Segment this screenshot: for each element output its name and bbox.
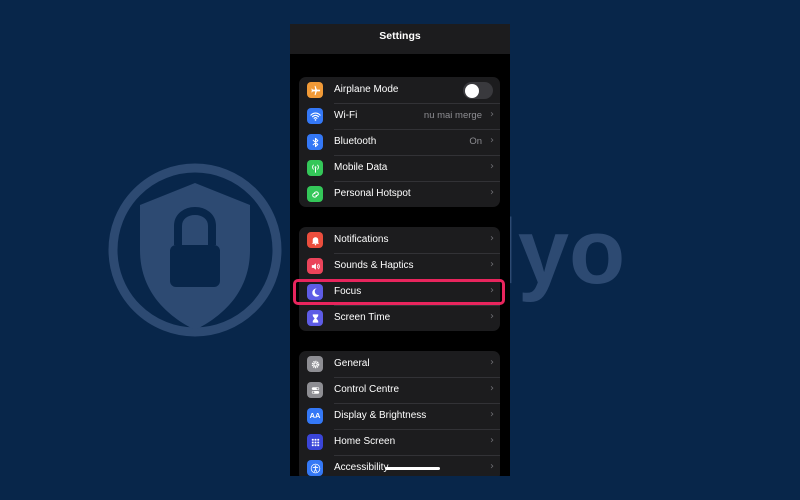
settings-row-label: Wi-Fi	[334, 110, 358, 121]
chevron-right-icon: ›	[490, 357, 494, 368]
page-title: Settings	[379, 30, 421, 42]
chevron-right-icon: ›	[490, 435, 494, 446]
settings-group-connectivity: Airplane Mode Wi-Fi nu mai merge › Bluet…	[299, 77, 500, 207]
wifi-icon	[307, 108, 323, 124]
speaker-icon	[307, 258, 323, 274]
settings-row-notifications[interactable]: Notifications ›	[299, 227, 500, 253]
focus-row-highlight	[293, 279, 505, 305]
settings-row-label: Personal Hotspot	[334, 188, 411, 199]
settings-row-mobile-data[interactable]: Mobile Data ›	[299, 155, 500, 181]
settings-row-control-centre[interactable]: Control Centre ›	[299, 377, 500, 403]
settings-row-screen-time[interactable]: Screen Time ›	[299, 305, 500, 331]
bluetooth-status-value: On	[469, 136, 482, 147]
chevron-right-icon: ›	[490, 135, 494, 146]
home-indicator[interactable]	[385, 467, 440, 470]
settings-row-label: Airplane Mode	[334, 84, 399, 95]
chevron-right-icon: ›	[490, 109, 494, 120]
text-size-icon: AA	[307, 408, 323, 424]
settings-row-label: Bluetooth	[334, 136, 377, 147]
settings-row-general[interactable]: General ›	[299, 351, 500, 377]
gear-icon	[307, 356, 323, 372]
chevron-right-icon: ›	[490, 409, 494, 420]
antenna-icon	[307, 160, 323, 176]
settings-row-display-brightness[interactable]: AA Display & Brightness ›	[299, 403, 500, 429]
settings-group-general: General › Control Centre › AA Display & …	[299, 351, 500, 476]
settings-row-accessibility[interactable]: Accessibility ›	[299, 455, 500, 476]
airplane-mode-toggle[interactable]	[463, 82, 493, 99]
settings-row-label: Home Screen	[334, 436, 396, 447]
settings-row-label: Accessibility	[334, 462, 389, 473]
settings-row-label: Screen Time	[334, 312, 391, 323]
settings-row-bluetooth[interactable]: Bluetooth On ›	[299, 129, 500, 155]
settings-row-sounds-haptics[interactable]: Sounds & Haptics ›	[299, 253, 500, 279]
settings-row-label: Display & Brightness	[334, 410, 427, 421]
chevron-right-icon: ›	[490, 383, 494, 394]
settings-row-label: General	[334, 358, 370, 369]
settings-row-wifi[interactable]: Wi-Fi nu mai merge ›	[299, 103, 500, 129]
phone-screen: Settings Airplane Mode Wi-Fi nu mai merg…	[290, 24, 510, 476]
bluetooth-icon	[307, 134, 323, 150]
chevron-right-icon: ›	[490, 461, 494, 472]
switches-icon	[307, 382, 323, 398]
watermark-lock-icon	[170, 245, 220, 287]
accessibility-icon	[307, 460, 323, 476]
notification-icon	[307, 232, 323, 248]
chevron-right-icon: ›	[490, 161, 494, 172]
settings-row-personal-hotspot[interactable]: Personal Hotspot ›	[299, 181, 500, 207]
chevron-right-icon: ›	[490, 259, 494, 270]
settings-row-home-screen[interactable]: Home Screen ›	[299, 429, 500, 455]
settings-row-label: Mobile Data	[334, 162, 388, 173]
hotspot-icon	[307, 186, 323, 202]
chevron-right-icon: ›	[490, 187, 494, 198]
settings-row-label: Sounds & Haptics	[334, 260, 414, 271]
airplane-icon	[307, 82, 323, 98]
grid-icon	[307, 434, 323, 450]
settings-row-airplane-mode[interactable]: Airplane Mode	[299, 77, 500, 103]
chevron-right-icon: ›	[490, 311, 494, 322]
chevron-right-icon: ›	[490, 233, 494, 244]
settings-row-label: Control Centre	[334, 384, 400, 395]
wifi-network-value: nu mai merge	[423, 110, 482, 121]
navigation-bar: Settings	[290, 24, 510, 54]
settings-row-label: Notifications	[334, 234, 389, 245]
hourglass-icon	[307, 310, 323, 326]
toggle-knob	[464, 83, 479, 98]
